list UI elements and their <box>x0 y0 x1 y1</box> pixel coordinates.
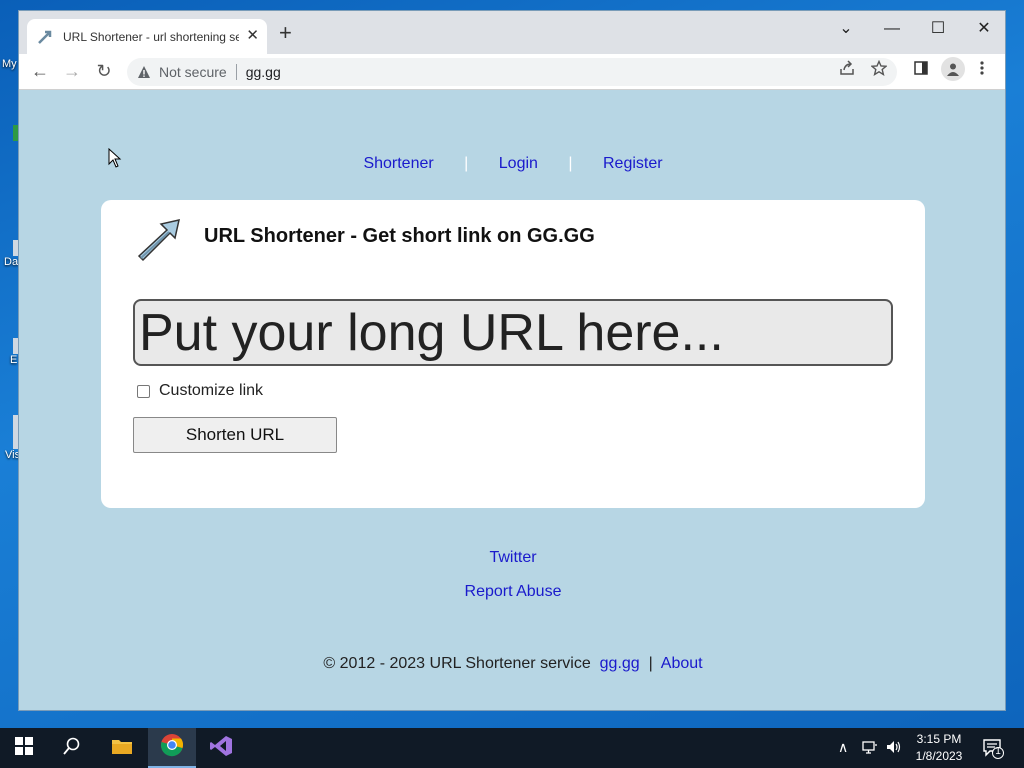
desktop-icon-label: Da <box>4 256 19 268</box>
desktop-icon-label: E <box>10 354 18 366</box>
forward-button[interactable]: → <box>60 60 84 82</box>
menu-kebab-icon[interactable] <box>979 60 985 82</box>
volume-icon[interactable] <box>886 739 902 759</box>
windows-logo-icon <box>15 736 33 760</box>
shortener-card: URL Shortener - Get short link on GG.GG … <box>101 200 925 508</box>
nav-separator: | <box>464 155 469 172</box>
search-button[interactable] <box>48 728 96 768</box>
back-button[interactable]: ← <box>28 60 52 82</box>
twitter-link[interactable]: Twitter <box>489 549 536 566</box>
warning-icon[interactable] <box>137 65 151 79</box>
footer-separator: | <box>648 655 653 672</box>
desktop-icon-fragment[interactable]: Vis <box>0 415 20 461</box>
notification-count-badge: 1 <box>995 746 1001 757</box>
chrome-icon <box>160 733 184 762</box>
report-abuse-link[interactable]: Report Abuse <box>465 583 562 600</box>
search-icon <box>63 737 81 760</box>
url-text[interactable]: gg.gg <box>246 64 281 80</box>
tray-overflow-chevron[interactable]: ∧ <box>838 738 848 756</box>
arrow-favicon-icon <box>37 29 53 45</box>
tab-search-icon[interactable]: ⌄ <box>823 19 869 39</box>
bookmark-star-icon[interactable] <box>870 59 888 82</box>
browser-window: URL Shortener - url shortening se ✕ + ⌄ … <box>18 10 1006 711</box>
clock-time: 3:15 PM <box>916 732 962 746</box>
tab-close-icon[interactable]: ✕ <box>246 28 259 44</box>
address-bar[interactable]: Not secure gg.gg <box>127 58 897 86</box>
reload-button[interactable]: ↻ <box>92 60 116 82</box>
desktop-icon-fragment[interactable]: Da <box>0 240 19 268</box>
desktop-icon-fragment[interactable] <box>0 125 19 141</box>
visual-studio-icon <box>209 734 233 763</box>
nav-shortener-link[interactable]: Shortener <box>363 155 433 172</box>
footer-report-row: Report Abuse <box>19 583 1005 601</box>
mouse-cursor-icon <box>108 147 122 168</box>
close-window-button[interactable]: ✕ <box>961 19 1005 39</box>
maximize-button[interactable]: ☐ <box>915 19 961 39</box>
clock-date: 1/8/2023 <box>915 749 963 763</box>
share-icon[interactable] <box>839 60 855 82</box>
arrow-logo-icon <box>133 216 183 262</box>
taskbar-file-explorer[interactable] <box>98 728 146 768</box>
folder-icon <box>111 737 133 760</box>
system-clock[interactable]: 3:15 PM 1/8/2023 <box>906 731 972 765</box>
security-label[interactable]: Not secure <box>159 64 227 80</box>
customize-link-label: Customize link <box>159 382 264 399</box>
desktop-icon-label: My <box>2 58 17 70</box>
taskbar-chrome[interactable] <box>148 728 196 768</box>
card-title: URL Shortener - Get short link on GG.GG <box>204 225 595 247</box>
profile-avatar-icon[interactable] <box>941 57 965 81</box>
long-url-input[interactable] <box>133 299 893 366</box>
about-link[interactable]: About <box>661 655 703 672</box>
customize-link-row[interactable]: Customize link <box>137 382 263 400</box>
side-panel-icon[interactable] <box>913 60 929 82</box>
browser-toolbar: ← → ↻ Not secure gg.gg <box>19 54 1005 90</box>
omnibox-divider <box>235 64 237 80</box>
tab-title: URL Shortener - url shortening se <box>63 29 239 44</box>
new-tab-button[interactable]: + <box>279 22 292 44</box>
customize-link-checkbox[interactable] <box>137 384 150 398</box>
start-button[interactable] <box>0 728 48 768</box>
nav-separator: | <box>568 155 573 172</box>
nav-login-link[interactable]: Login <box>499 155 538 172</box>
top-navigation: Shortener | Login | Register <box>19 155 1005 173</box>
footer-twitter-row: Twitter <box>19 549 1005 567</box>
page-content: Shortener | Login | Register URL Shorten… <box>19 90 1005 710</box>
nav-register-link[interactable]: Register <box>603 155 663 172</box>
desktop-icon-fragment[interactable]: My <box>0 58 18 70</box>
shorten-url-button[interactable]: Shorten URL <box>133 417 337 453</box>
site-home-link[interactable]: gg.gg <box>600 655 640 672</box>
taskbar-visual-studio[interactable] <box>197 728 245 768</box>
minimize-button[interactable]: — <box>869 19 915 39</box>
copyright-line: © 2012 - 2023 URL Shortener service gg.g… <box>19 655 1005 673</box>
network-icon[interactable] <box>862 739 878 759</box>
taskbar: ∧ 3:15 PM 1/8/2023 1 <box>0 728 1024 768</box>
browser-titlebar: URL Shortener - url shortening se ✕ + ⌄ … <box>19 11 1005 54</box>
desktop-icon-fragment[interactable]: E <box>0 338 19 366</box>
browser-tab[interactable]: URL Shortener - url shortening se ✕ <box>27 19 267 54</box>
copyright-text: © 2012 - 2023 URL Shortener service <box>323 655 591 672</box>
